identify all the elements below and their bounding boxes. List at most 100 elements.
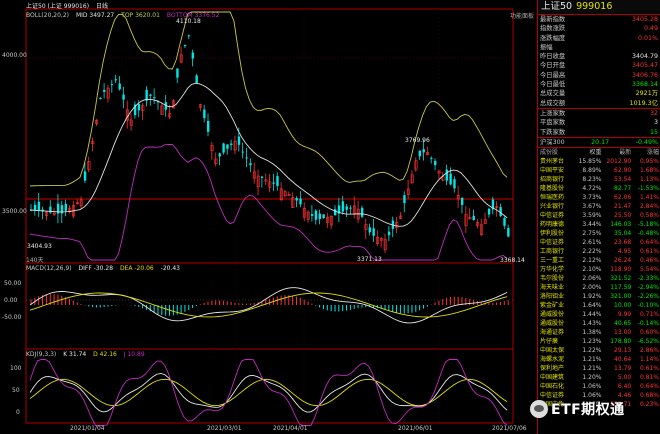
quote-value: 0.49 bbox=[643, 25, 658, 33]
component-weight: 1.43% bbox=[582, 320, 602, 328]
component-row[interactable]: 三一重工 2.12% 26.24 0.46% bbox=[538, 256, 660, 265]
component-change: -5.18% bbox=[637, 221, 659, 229]
quote-row: 总成交量 2921万 bbox=[538, 89, 660, 98]
component-row[interactable]: 中国太保 1.22% 29.13 2.86% bbox=[538, 346, 660, 355]
candle-body bbox=[418, 150, 422, 157]
quote-label: 今日最低 bbox=[540, 81, 566, 89]
chart-canvas[interactable] bbox=[0, 0, 536, 434]
component-row[interactable]: 兴业银行 3.67% 21.47 2.84% bbox=[538, 202, 660, 211]
candle-body bbox=[153, 97, 156, 99]
component-name: 海天味业 bbox=[540, 284, 565, 292]
component-price: 82.77 bbox=[614, 185, 632, 193]
candle-body bbox=[237, 136, 241, 145]
component-change: 1.14% bbox=[639, 356, 659, 364]
candle-body bbox=[318, 213, 321, 220]
candle-body bbox=[137, 104, 141, 111]
component-change: -2.33% bbox=[637, 275, 659, 283]
quote-row: 今日开盘 3405.47 bbox=[538, 61, 660, 70]
candle-body bbox=[183, 45, 187, 47]
candle-body bbox=[272, 182, 275, 184]
quote-title: 上证50 999016 bbox=[538, 0, 660, 15]
candle-body bbox=[333, 209, 337, 216]
candle-body bbox=[453, 179, 456, 189]
component-weight: 2.22% bbox=[582, 248, 602, 256]
kdj-name[interactable]: KDJ(9,3,3) bbox=[26, 351, 56, 358]
component-name: 中国石化 bbox=[540, 383, 565, 391]
component-name: 中信证券 bbox=[540, 212, 565, 220]
col-name-header[interactable]: 成份股 bbox=[540, 148, 578, 157]
kdj-d-line bbox=[29, 378, 508, 407]
corner-function-label[interactable]: 功能面板 bbox=[510, 11, 534, 20]
macd-axis-0: 0.00 bbox=[4, 297, 18, 304]
quote-value: 3 bbox=[653, 119, 658, 127]
component-row[interactable]: 洛阳钼业 1.92% 321.00 -2.26% bbox=[538, 292, 660, 301]
component-change: 0.58% bbox=[639, 212, 659, 220]
candle-body bbox=[434, 160, 437, 166]
component-weight: 2.00% bbox=[582, 284, 602, 292]
component-row[interactable]: 紫金矿业 1.64% 10.00 -0.10% bbox=[538, 301, 660, 310]
component-price: 321.00 bbox=[610, 293, 632, 301]
component-price: 62.06 bbox=[614, 194, 632, 202]
candle-body bbox=[449, 173, 452, 185]
component-change: 5.54% bbox=[639, 266, 659, 274]
quote-label: 涨跌幅度 bbox=[540, 34, 566, 42]
component-row[interactable]: 万华化学 2.10% 118.90 5.54% bbox=[538, 265, 660, 274]
component-row[interactable]: 恒瑞医药 3.73% 62.06 1.41% bbox=[538, 193, 660, 202]
component-row[interactable]: 药明康德 3.44% 146.03 -5.18% bbox=[538, 220, 660, 229]
component-row[interactable]: 海通证券 1.38% 13.00 0.60% bbox=[538, 328, 660, 337]
quote-rows: 最新指数 3405.28 指数涨跌 0.49 涨跌幅度 0.01% 振幅 昨日收盘 3404.7… bbox=[538, 15, 660, 147]
low-label-3: 3368.14 bbox=[500, 257, 525, 264]
quote-value: 3405.47 bbox=[631, 62, 658, 70]
component-row[interactable]: 片仔癀 1.23% 178.80 -6.52% bbox=[538, 337, 660, 346]
col-weight-header[interactable]: 权重 bbox=[578, 148, 601, 157]
component-price: 118.90 bbox=[610, 266, 632, 274]
candle-body bbox=[191, 52, 195, 59]
component-change: 0.81% bbox=[639, 374, 659, 382]
component-weight: 1.20% bbox=[582, 374, 602, 382]
component-row[interactable]: 韦尔股份 2.06% 321.52 -2.33% bbox=[538, 274, 660, 283]
main-panel-header: 上证50 (上证 999016) 日线 bbox=[26, 2, 113, 11]
quote-label: 振幅 bbox=[540, 43, 553, 51]
component-row[interactable]: 海天味业 2.00% 117.59 -2.94% bbox=[538, 283, 660, 292]
component-change: 1.41% bbox=[639, 194, 659, 202]
quote-row: 昨日收盘 3404.79 bbox=[538, 52, 660, 61]
candle-body bbox=[226, 144, 229, 149]
component-row[interactable]: 通威股份 1.43% 40.65 -0.14% bbox=[538, 319, 660, 328]
quote-value: 3406.76 bbox=[631, 71, 658, 79]
col-change-header[interactable]: 涨幅 bbox=[631, 148, 659, 157]
component-row[interactable]: 隆基股份 4.72% 82.77 -1.53% bbox=[538, 184, 660, 193]
candle-body bbox=[118, 83, 121, 90]
component-name: 紫金矿业 bbox=[540, 302, 565, 310]
component-weight: 3.67% bbox=[582, 203, 602, 211]
component-row[interactable]: 伊利股份 2.75% 35.04 -0.48% bbox=[538, 229, 660, 238]
component-row[interactable]: 海螺水泥 1.21% 40.64 1.14% bbox=[538, 355, 660, 364]
component-row[interactable]: 中国石化 1.06% 6.40 0.64% bbox=[538, 382, 660, 391]
component-row[interactable]: 中信证券 3.59% 25.50 0.58% bbox=[538, 211, 660, 220]
component-change: 0.64% bbox=[639, 383, 659, 391]
candle-body bbox=[37, 201, 41, 212]
component-row[interactable]: 工商银行 2.22% 4.95 0.61% bbox=[538, 247, 660, 256]
component-row[interactable]: 招商银行 8.23% 53.54 1.13% bbox=[538, 175, 660, 184]
period-label[interactable]: 日线 bbox=[96, 3, 108, 10]
component-row[interactable]: 贵州茅台 15.85% 2012.90 0.95% bbox=[538, 157, 660, 166]
component-row[interactable]: 通威股份 1.44% 9.99 0.71% bbox=[538, 310, 660, 319]
candle-body bbox=[299, 198, 302, 205]
security-title: 上证50 (上证 999016) bbox=[26, 3, 90, 10]
boll-name[interactable]: BOLL(20,20,2) bbox=[26, 12, 69, 19]
kdj-d: D 42.16 bbox=[93, 351, 117, 358]
component-row[interactable]: 中信证券 2.61% 23.68 0.64% bbox=[538, 238, 660, 247]
component-price: 40.65 bbox=[614, 320, 632, 328]
component-change: -6.52% bbox=[637, 338, 659, 346]
component-row[interactable]: 中国建筑 1.20% 5.00 0.81% bbox=[538, 373, 660, 382]
component-weight: 1.06% bbox=[582, 383, 602, 391]
component-row[interactable]: 中国平安 8.89% 62.90 1.68% bbox=[538, 166, 660, 175]
component-change: 0.64% bbox=[639, 239, 659, 247]
component-price: 13.00 bbox=[614, 329, 632, 337]
col-price-header[interactable]: 最新 bbox=[601, 148, 631, 157]
quote-label: 昨日收盘 bbox=[540, 53, 566, 61]
component-row[interactable]: 保利地产 1.21% 13.79 0.61% bbox=[538, 364, 660, 373]
macd-name[interactable]: MACD(12,26,9) bbox=[26, 265, 72, 272]
candle-body bbox=[314, 210, 318, 220]
quote-value-pct: -0.49% bbox=[635, 138, 658, 146]
chart-area[interactable]: 上证50 (上证 999016) 日线 BOLL(20,20,2) MID 34… bbox=[0, 0, 536, 434]
